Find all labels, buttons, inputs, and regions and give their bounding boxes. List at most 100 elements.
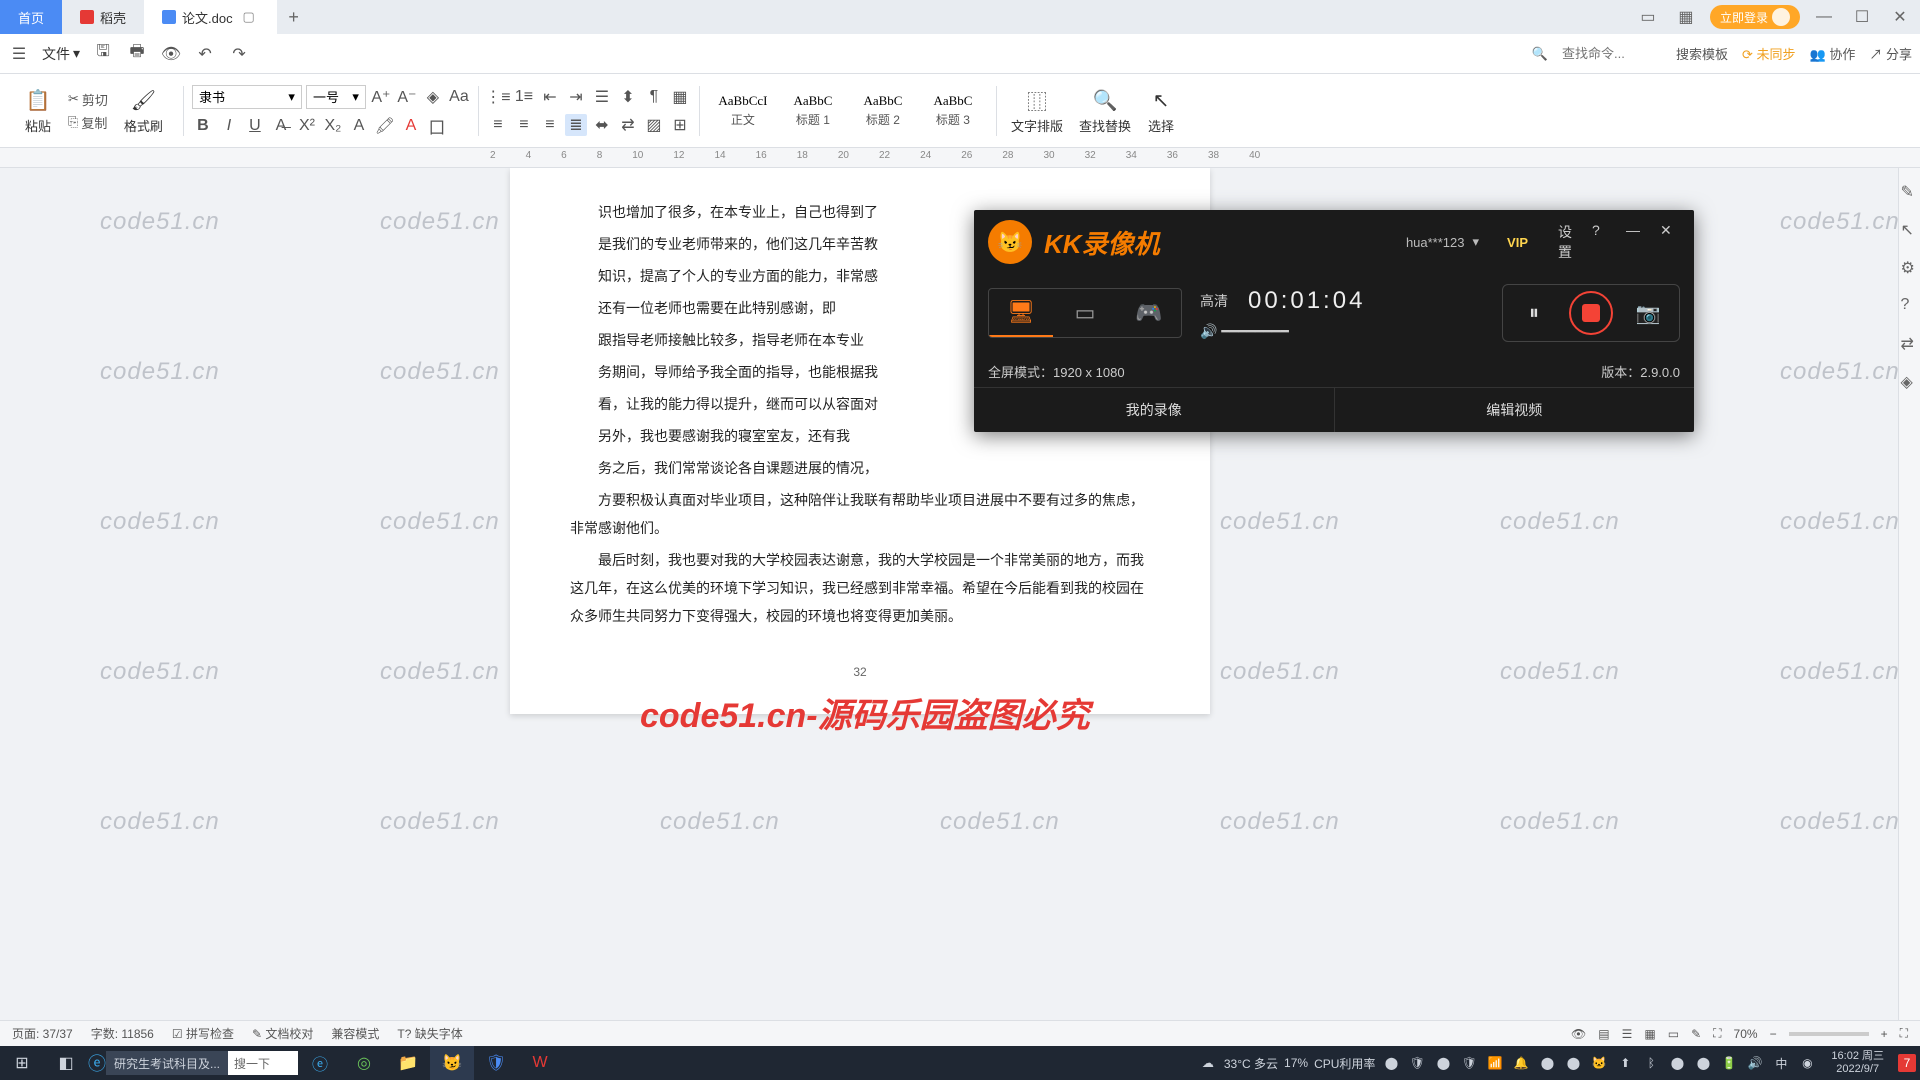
tab-new[interactable]: +: [277, 7, 311, 28]
font-name-select[interactable]: 隶书▾: [192, 85, 302, 109]
view-web-icon[interactable]: ▦: [1644, 1027, 1655, 1041]
view-outline-icon[interactable]: ☰: [1622, 1027, 1633, 1041]
copy-button[interactable]: ⎘ 复制: [64, 111, 112, 134]
style-heading3[interactable]: AaBbC标题 3: [918, 81, 988, 141]
diamond-icon[interactable]: ◈: [1901, 372, 1919, 390]
status-proofread[interactable]: ✎ 文档校对: [252, 1025, 313, 1042]
cursor-icon[interactable]: ↖: [1901, 220, 1919, 238]
zoom-out-icon[interactable]: −: [1770, 1027, 1777, 1041]
volume-icon[interactable]: 🔊: [1745, 1053, 1765, 1073]
wps-icon[interactable]: W: [518, 1046, 562, 1080]
weather-text[interactable]: 33°C 多云: [1224, 1053, 1278, 1073]
kk-edit-video[interactable]: 编辑视频: [1335, 388, 1695, 432]
status-words[interactable]: 字数: 11856: [91, 1025, 154, 1042]
tab-settings-icon[interactable]: ⇄: [617, 114, 639, 136]
undo-icon[interactable]: ↶: [194, 43, 216, 65]
border-icon[interactable]: ▦: [669, 86, 691, 108]
status-compat[interactable]: 兼容模式: [331, 1025, 379, 1042]
coop-button[interactable]: 👥 协作: [1810, 44, 1856, 63]
window-minimize[interactable]: —: [1810, 3, 1838, 31]
tray-icon[interactable]: ⬆: [1615, 1053, 1635, 1073]
line-spacing-icon[interactable]: ⬍: [617, 86, 639, 108]
borders-icon[interactable]: ⊞: [669, 114, 691, 136]
tray-icon[interactable]: ⬤: [1433, 1053, 1453, 1073]
notification-badge[interactable]: 7: [1898, 1054, 1916, 1072]
kk-pause-button[interactable]: ⏸: [1517, 296, 1551, 330]
increase-font-icon[interactable]: A⁺: [370, 86, 392, 108]
status-spellcheck[interactable]: ☑ 拼写检查: [172, 1025, 234, 1042]
print-quick-icon[interactable]: 🖶: [126, 43, 148, 65]
ime-icon[interactable]: 中: [1771, 1053, 1791, 1073]
cut-button[interactable]: ✂ 剪切: [64, 88, 112, 111]
tray-icon[interactable]: ◉: [1797, 1053, 1817, 1073]
style-heading2[interactable]: AaBbC标题 2: [848, 81, 918, 141]
kk-settings[interactable]: 设置: [1558, 222, 1578, 262]
italic-icon[interactable]: I: [218, 115, 240, 137]
help-icon[interactable]: ?: [1901, 296, 1919, 314]
paragraph[interactable]: 方要积极认真面对毕业项目，这种陪伴让我联有帮助毕业项目进展中不要有过多的焦虑，非…: [570, 486, 1150, 542]
cpu-pct[interactable]: 17%: [1284, 1053, 1308, 1073]
text-effect-icon[interactable]: A: [348, 115, 370, 137]
redo-icon[interactable]: ↷: [228, 43, 250, 65]
highlight-icon[interactable]: 🖍: [374, 115, 396, 137]
apps-grid-icon[interactable]: ▦: [1672, 3, 1700, 31]
pen-tool-icon[interactable]: ✎: [1691, 1027, 1701, 1041]
kk-volume[interactable]: 🔊 ━━━━━━━━: [1200, 323, 1365, 340]
char-border-icon[interactable]: 囗: [426, 115, 448, 137]
window-maximize[interactable]: ☐: [1848, 3, 1876, 31]
font-size-select[interactable]: 一号▾: [306, 85, 366, 109]
edge-icon[interactable]: ⓔ: [298, 1046, 342, 1080]
kk-minimize[interactable]: —: [1626, 222, 1646, 262]
subscript-icon[interactable]: X₂: [322, 115, 344, 137]
zoom-fit-icon[interactable]: ⛶: [1713, 1026, 1721, 1041]
shading-icon[interactable]: ▨: [643, 114, 665, 136]
superscript-icon[interactable]: X²: [296, 115, 318, 137]
strikethrough-icon[interactable]: A̶: [270, 115, 292, 137]
sort-icon[interactable]: ☰: [591, 86, 613, 108]
kk-mode-game[interactable]: 🎮: [1117, 289, 1181, 337]
decrease-font-icon[interactable]: A⁻: [396, 86, 418, 108]
kk-stop-button[interactable]: [1569, 291, 1613, 335]
view-read-icon[interactable]: ▭: [1668, 1027, 1679, 1041]
kk-close[interactable]: ✕: [1660, 222, 1680, 262]
bluetooth-icon[interactable]: ᛒ: [1641, 1053, 1661, 1073]
tray-icon[interactable]: ⬤: [1563, 1053, 1583, 1073]
horizontal-ruler[interactable]: 246810121416182022242628303234363840: [0, 148, 1920, 168]
kk-mode-window[interactable]: ▭: [1053, 289, 1117, 337]
ie-task[interactable]: ⓔ: [88, 1046, 106, 1080]
save-icon[interactable]: 🖫: [92, 43, 114, 65]
increase-indent-icon[interactable]: ⇥: [565, 86, 587, 108]
unsync-status[interactable]: ⟳ 未同步: [1742, 44, 1796, 63]
align-justify-icon[interactable]: ≣: [565, 114, 587, 136]
decrease-indent-icon[interactable]: ⇤: [539, 86, 561, 108]
explorer-icon[interactable]: 📁: [386, 1046, 430, 1080]
find-replace-button[interactable]: 🔍查找替换: [1073, 86, 1137, 135]
kk-user[interactable]: hua***123▾VIP: [1406, 234, 1528, 250]
tab-daoke[interactable]: 稻壳: [62, 0, 144, 34]
align-right-icon[interactable]: ≡: [539, 114, 561, 136]
cpu-label[interactable]: CPU利用率: [1314, 1053, 1375, 1073]
tray-icon[interactable]: ⬤: [1667, 1053, 1687, 1073]
clear-format-icon[interactable]: ◈: [422, 86, 444, 108]
kk-mode-screen[interactable]: 🖥: [989, 289, 1053, 337]
eye-icon[interactable]: 👁: [1571, 1027, 1586, 1041]
paragraph[interactable]: 最后时刻，我也要对我的大学校园表达谢意，我的大学校园是一个非常美丽的地方，而我这…: [570, 546, 1150, 630]
view-page-icon[interactable]: ▤: [1598, 1027, 1609, 1041]
tray-icon[interactable]: ⬤: [1381, 1053, 1401, 1073]
tab-popout-icon[interactable]: ▢: [239, 7, 259, 27]
browser360-icon[interactable]: ◎: [342, 1046, 386, 1080]
window-close[interactable]: ✕: [1886, 3, 1914, 31]
number-list-icon[interactable]: 1≡: [513, 86, 535, 108]
zoom-slider[interactable]: [1789, 1032, 1869, 1036]
battery-icon[interactable]: 🔋: [1719, 1053, 1739, 1073]
login-button[interactable]: 立即登录: [1710, 5, 1800, 29]
distribute-icon[interactable]: ⬌: [591, 114, 613, 136]
fullscreen-icon[interactable]: ⛶: [1900, 1026, 1908, 1041]
pen-icon[interactable]: ✎: [1901, 182, 1919, 200]
kk-quality-label[interactable]: 高清: [1200, 291, 1228, 311]
bold-icon[interactable]: B: [192, 115, 214, 137]
align-center-icon[interactable]: ≡: [513, 114, 535, 136]
style-heading1[interactable]: AaBbC标题 1: [778, 81, 848, 141]
tray-icon[interactable]: 🛡: [1459, 1053, 1479, 1073]
tray-icon[interactable]: ⬤: [1693, 1053, 1713, 1073]
